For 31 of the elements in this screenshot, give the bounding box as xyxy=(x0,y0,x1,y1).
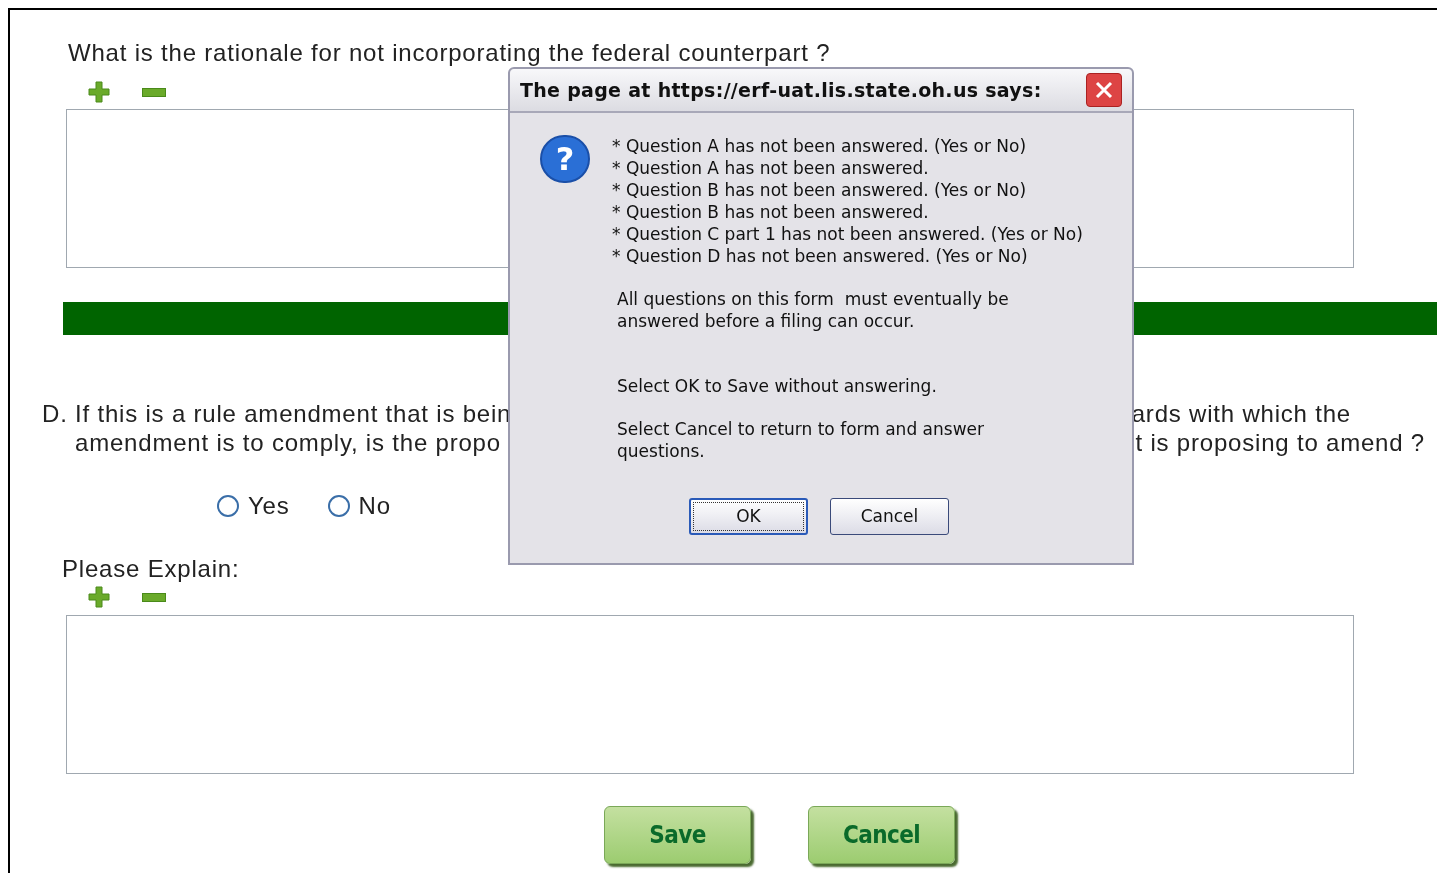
message-line: * Question B has not been answered. (Yes or No) xyxy=(612,179,1028,201)
close-button[interactable] xyxy=(1086,73,1122,107)
message-paragraph: Select Cancel to return to form and answer questions. xyxy=(617,418,985,462)
message-line: * Question C part 1 has not been answered. (Yes or No) xyxy=(612,223,1083,245)
form-button[interactable]: Cancel xyxy=(808,806,955,864)
message-line: * Question A has not been answered. (Yes or No) xyxy=(612,135,1028,157)
radio-button[interactable] xyxy=(217,495,239,517)
question-label: What is the rationale for not incorporating the federal counterpart ? xyxy=(68,40,832,66)
remove-icon[interactable] xyxy=(142,87,166,97)
message-line: * Question A has not been answered. xyxy=(612,157,930,179)
question-text: amendment is to comply, is the propo xyxy=(75,428,501,457)
radio-label: Yes xyxy=(248,491,290,521)
add-icon[interactable] xyxy=(88,81,110,103)
message-paragraph: All questions on this form must eventually be answered before a filing can occur. xyxy=(617,288,1010,332)
close-icon xyxy=(1094,80,1114,100)
dialog-button[interactable]: OK xyxy=(689,498,808,535)
dialog-button[interactable]: Cancel xyxy=(830,498,949,535)
question-text: ards with which the xyxy=(1131,399,1351,428)
field-label: Please Explain: xyxy=(62,555,241,583)
question-text: D. If this is a rule amendment that is bein xyxy=(42,399,512,428)
question-mark-icon: ? xyxy=(540,135,590,183)
question-text: t is proposing to amend ? xyxy=(1135,428,1425,457)
message-line: * Question D has not been answered. (Yes or No) xyxy=(612,245,1029,267)
message-line: * Question B has not been answered. xyxy=(612,201,930,223)
radio-button[interactable] xyxy=(327,495,350,517)
remove-icon[interactable] xyxy=(142,592,166,602)
radio-label: No xyxy=(358,491,391,521)
message-paragraph: Select OK to Save without answering. xyxy=(617,375,938,397)
add-icon[interactable] xyxy=(88,586,110,608)
dialog-title: The page at https://erf-uat.lis.state.oh.us says: xyxy=(520,77,1042,103)
form-button[interactable]: Save xyxy=(604,806,751,864)
